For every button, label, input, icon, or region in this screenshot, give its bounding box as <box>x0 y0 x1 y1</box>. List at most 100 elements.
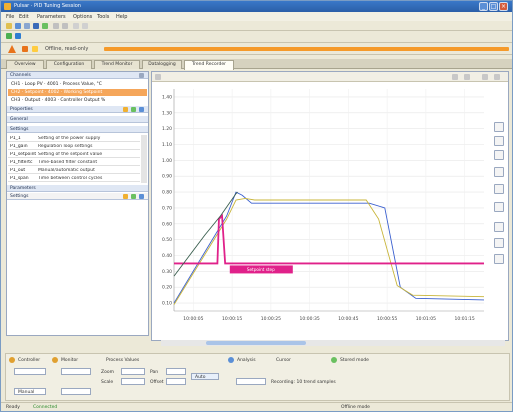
export-icon[interactable] <box>482 74 488 80</box>
properties-title: Properties <box>10 107 33 112</box>
grid-icon[interactable] <box>494 184 504 194</box>
flag-icon <box>32 46 38 52</box>
settings-row[interactable]: P1_setpoint Setting of the setpoint valu… <box>8 151 140 158</box>
minimize-button[interactable]: _ <box>479 2 488 11</box>
tab-trend-monitor[interactable]: Trend Monitor <box>94 60 140 69</box>
print-chart-icon[interactable] <box>494 74 500 80</box>
chart-horizontal-scrollbar[interactable] <box>161 340 505 346</box>
menu-edit[interactable]: Edit <box>19 14 29 20</box>
zoom-field[interactable] <box>121 368 145 375</box>
edit-icon[interactable] <box>123 107 128 112</box>
x-tick-label: 10:01:15 <box>455 316 475 322</box>
marker-icon[interactable] <box>494 238 504 248</box>
y-tick-label: 0.10 <box>162 301 172 307</box>
scrollbar-thumb[interactable] <box>206 341 306 345</box>
scale-field[interactable] <box>121 378 145 385</box>
tab-datalogging[interactable]: Datalogging <box>142 60 182 69</box>
pan-icon[interactable] <box>494 122 504 132</box>
status-banner: Offline, read-only <box>1 42 512 55</box>
tab-overview[interactable]: Overview <box>6 60 44 69</box>
monitor-icon <box>52 357 58 363</box>
settings-row[interactable]: P1_filtertc Time-based filter constant <box>8 159 140 166</box>
maximize-button[interactable]: □ <box>489 2 498 11</box>
offset-field[interactable] <box>166 378 186 385</box>
save-icon[interactable] <box>15 23 21 29</box>
recording-status: Recording: 10 trend samples <box>271 380 336 385</box>
zoom-out-icon[interactable] <box>464 74 470 80</box>
edit-icon[interactable] <box>123 194 128 199</box>
fit-icon[interactable] <box>494 167 504 177</box>
field-label: Offset <box>150 380 164 385</box>
trend-chart-panel: 1.40 1.30 1.20 1.10 1.00 0.90 0.80 0.70 0.60 0.50… <box>151 71 509 341</box>
section-cursor: Cursor <box>276 358 291 363</box>
section-analysis: Analysis <box>237 358 256 363</box>
help-icon[interactable] <box>82 23 88 29</box>
main-toolbar <box>1 21 512 31</box>
setting-description: Regulation loop settings <box>38 144 93 149</box>
window-title: Pulsar · PID Tuning Session <box>14 3 81 9</box>
monitor-field[interactable] <box>61 368 91 375</box>
redo-icon[interactable] <box>62 23 68 29</box>
channel-row[interactable]: CH3 · Output · 4003 · Controller Output … <box>8 97 147 104</box>
channel-row-selected[interactable]: CH2 · Setpoint · 4002 · Working Setpoint <box>8 89 147 96</box>
play-icon[interactable] <box>6 33 12 39</box>
menu-parameters[interactable]: Parameters <box>37 14 66 20</box>
setting-name: P1_filtertc <box>10 160 33 165</box>
pan-field[interactable] <box>166 368 186 375</box>
channels-title: Channels <box>10 73 31 78</box>
controller-icon <box>9 357 15 363</box>
analysis-field[interactable] <box>236 378 266 385</box>
general-header: General <box>7 116 148 123</box>
print-icon[interactable] <box>24 23 30 29</box>
settings-row[interactable]: P1_gain Regulation loop settings <box>8 143 140 150</box>
app-icon <box>4 3 11 10</box>
settings-row[interactable]: P1_1 Setting of the power supply <box>8 135 140 142</box>
close-button[interactable]: × <box>499 2 508 11</box>
record-icon[interactable] <box>15 33 21 39</box>
field-label: Pan <box>150 370 159 375</box>
channel-row[interactable]: CH1 · Loop PV · 4001 · Process Value, °C <box>8 81 147 88</box>
trend-chart[interactable]: 1.40 1.30 1.20 1.10 1.00 0.90 0.80 0.70 0.60 0.50… <box>152 83 492 341</box>
series-line-2 <box>173 197 485 305</box>
y-tick-label: 0.50 <box>162 237 172 243</box>
settings-row[interactable]: P1_span Time between control cycles <box>8 175 140 182</box>
banner-label: Offline, read-only <box>45 46 89 52</box>
section-process-values: Process Values <box>106 358 140 363</box>
reset-icon[interactable] <box>494 254 504 264</box>
y-tick-label: 0.80 <box>162 190 172 196</box>
open-folder-icon[interactable] <box>6 23 12 29</box>
settings-row[interactable]: P1_out Manual/automatic output <box>8 167 140 174</box>
add-icon[interactable] <box>131 194 136 199</box>
menu-file[interactable]: File <box>6 14 14 20</box>
analysis-icon <box>228 357 234 363</box>
menu-help[interactable]: Help <box>116 14 127 20</box>
menu-options[interactable]: Options <box>73 14 92 20</box>
manual-field[interactable]: Manual <box>14 388 46 395</box>
zoom-in-icon[interactable] <box>452 74 458 80</box>
add-icon[interactable] <box>131 107 136 112</box>
warning-icon <box>8 45 16 53</box>
parameters-title: Parameters <box>10 186 36 191</box>
controller-field[interactable] <box>14 368 46 375</box>
legend-icon[interactable] <box>494 222 504 232</box>
settings-icon[interactable] <box>73 23 79 29</box>
chart-menu-icon[interactable] <box>155 74 161 80</box>
refresh-icon[interactable] <box>139 194 144 199</box>
copy-icon[interactable] <box>33 23 39 29</box>
monitor-select[interactable] <box>61 388 91 395</box>
y-tick-label: 1.00 <box>162 158 172 164</box>
connect-icon[interactable] <box>42 23 48 29</box>
x-tick-label: 10:00:25 <box>261 316 281 322</box>
auto-button[interactable]: Auto <box>191 373 219 380</box>
cursor-icon[interactable] <box>494 150 504 160</box>
refresh-icon[interactable] <box>139 107 144 112</box>
x-tick-label: 10:01:05 <box>416 316 436 322</box>
dropdown-icon[interactable] <box>139 73 144 78</box>
scale-icon[interactable] <box>494 202 504 212</box>
undo-icon[interactable] <box>53 23 59 29</box>
zoom-icon[interactable] <box>494 136 504 146</box>
tab-configuration[interactable]: Configuration <box>46 60 92 69</box>
menu-tools[interactable]: Tools <box>97 14 109 20</box>
settings-scrollbar[interactable] <box>141 135 147 183</box>
tab-trend-recorder[interactable]: Trend Recorder <box>184 60 234 70</box>
